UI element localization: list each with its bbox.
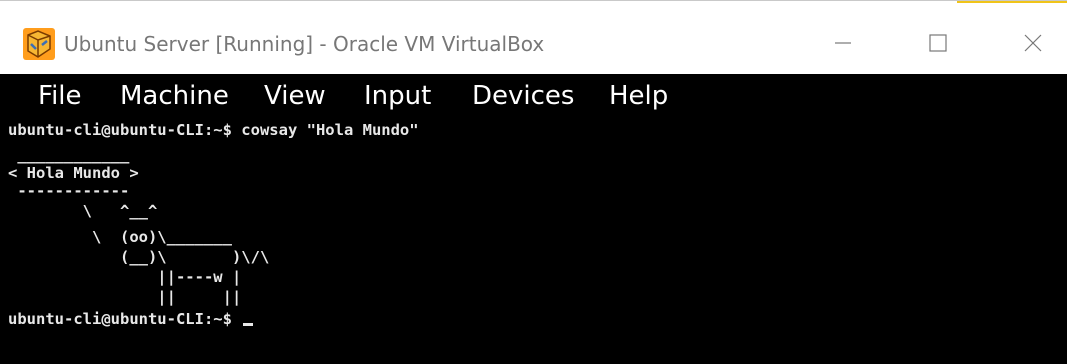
menu-file[interactable]: File [38,74,82,118]
terminal-output-line: ____________ [8,146,130,164]
terminal-screen[interactable]: ubuntu-cli@ubuntu-CLI:~$ cowsay "Hola Mu… [0,118,1067,364]
terminal-output-line: ------------ [8,182,130,200]
menu-view[interactable]: View [264,74,326,118]
menu-input[interactable]: Input [364,74,431,118]
terminal-output-line: ||----w | [8,268,242,286]
terminal-output-line: (__)\ )\/\ [8,248,270,266]
text-cursor [243,323,254,326]
virtualbox-logo-icon[interactable] [22,27,56,61]
minimize-button[interactable] [815,23,871,63]
terminal-prompt: ubuntu-cli@ubuntu-CLI:~$ [8,310,242,328]
terminal-output-line: || || [8,288,242,306]
maximize-icon [929,34,947,52]
titlebar-accent [957,1,1067,3]
terminal-command-line: ubuntu-cli@ubuntu-CLI:~$ cowsay "Hola Mu… [8,121,419,139]
terminal-prompt-line: ubuntu-cli@ubuntu-CLI:~$ [8,310,254,328]
menu-machine[interactable]: Machine [120,74,229,118]
maximize-button[interactable] [910,23,966,63]
terminal-output-line: < Hola Mundo > [8,164,139,182]
menu-bar: File Machine View Input Devices Help [0,74,1067,118]
terminal-output-line: \ (oo)\_______ [8,228,232,246]
minimize-icon [835,42,851,44]
title-bar[interactable]: Ubuntu Server [Running] - Oracle VM Virt… [0,0,1067,82]
close-button[interactable] [1005,23,1061,63]
virtualbox-window: Ubuntu Server [Running] - Oracle VM Virt… [0,0,1067,364]
terminal-output-line: \ ^__^ [8,202,158,220]
window-title: Ubuntu Server [Running] - Oracle VM Virt… [64,32,545,56]
close-icon [1024,34,1042,52]
menu-devices[interactable]: Devices [472,74,574,118]
menu-help[interactable]: Help [609,74,668,118]
